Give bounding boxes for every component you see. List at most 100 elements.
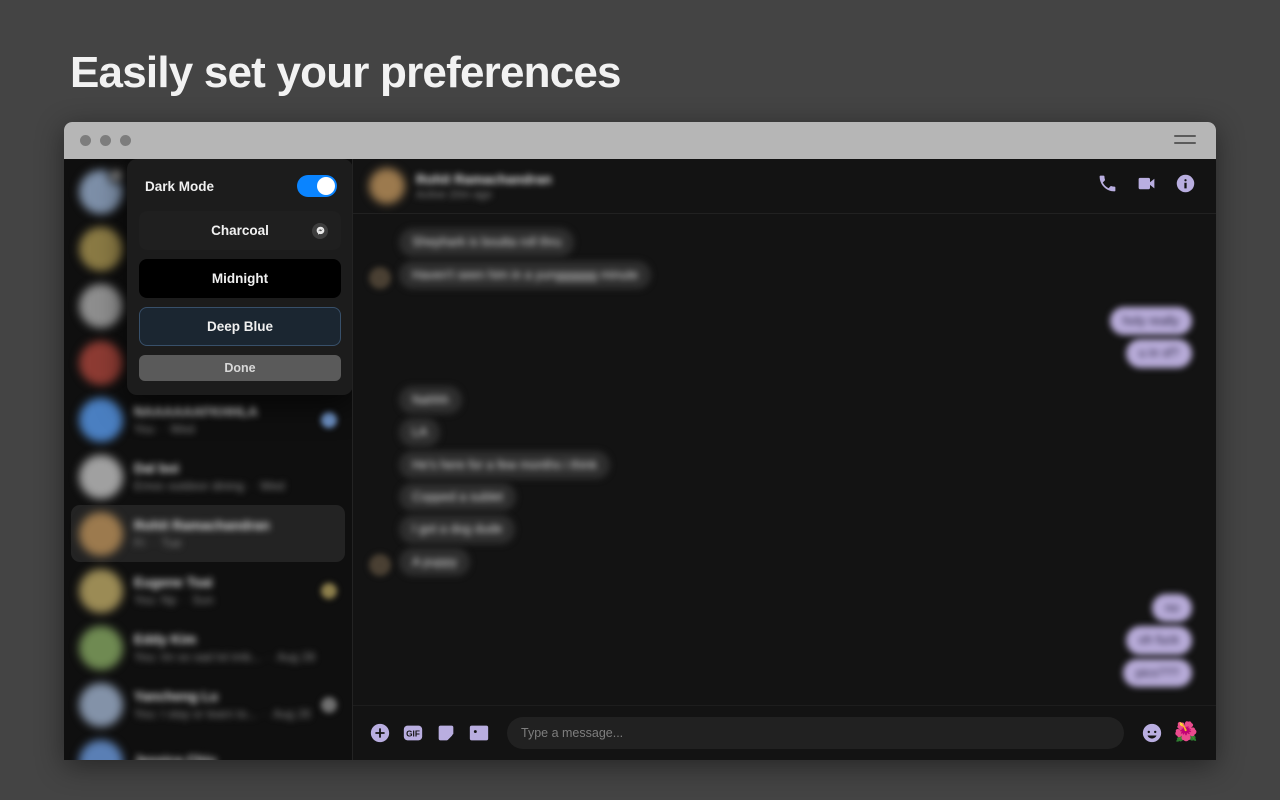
- minimize-dot[interactable]: [100, 135, 111, 146]
- message-bubble[interactable]: Haven't seen him in a yungggggg minute: [399, 260, 652, 290]
- avatar: [79, 739, 123, 760]
- message-avatar: [369, 235, 391, 257]
- dark-mode-dialog[interactable]: Dark Mode Charcoal Midnight Deep Blue Do…: [127, 159, 352, 395]
- message-bubble[interactable]: Copped a sublet: [399, 482, 517, 512]
- message-group: Shephark is boutta roll thru Haven't seen…: [369, 228, 1192, 293]
- conversation-thumbnail: [321, 582, 337, 599]
- message-group: no oh fuck pics???: [369, 594, 1192, 691]
- avatar: [79, 166, 125, 214]
- theme-option-label: Midnight: [211, 271, 269, 286]
- app-body: NAAAAAAFKHHLA You · Wed Dal boi Emoc outdoor …: [64, 159, 1216, 760]
- conversation-list-item[interactable]: Jessica Chiu: [71, 733, 345, 760]
- message-avatar: [369, 489, 391, 511]
- message-bubble[interactable]: pics???: [1122, 658, 1192, 688]
- message-row: u in sf?: [1125, 339, 1192, 368]
- conversation-list-item[interactable]: Dal boi Emoc outdoor dining · Wed: [71, 448, 345, 505]
- conversation-snippet: You: Im so sad lol imb... · Aug 28: [134, 649, 315, 664]
- message-bubble[interactable]: oh fuck: [1125, 626, 1192, 655]
- chat-header-text: Rohit Ramachandran Active 20m ago: [416, 172, 1086, 201]
- conversation-snippet: Fr · Tue: [134, 535, 182, 550]
- video-icon[interactable]: [1136, 173, 1157, 199]
- message-composer: GIF Type a message... 🌺: [353, 704, 1216, 760]
- conversation-thumbnail: [321, 696, 337, 713]
- message-avatar: [369, 522, 391, 544]
- message-row: Nahhh: [369, 385, 1192, 415]
- dark-mode-toggle[interactable]: [297, 175, 337, 197]
- theme-option-deep-blue[interactable]: Deep Blue: [139, 307, 341, 346]
- conversation-list-item[interactable]: NAAAAAAFKHHLA You · Wed: [71, 391, 345, 448]
- conversation-list-item[interactable]: Eugene Tsai You: Np · Sun: [71, 562, 345, 619]
- theme-option-midnight[interactable]: Midnight: [139, 259, 341, 298]
- message-bubble[interactable]: Shephark is boutta roll thru: [399, 228, 575, 257]
- conversation-text: Dal boi Emoc outdoor dining · Wed: [134, 461, 337, 493]
- conversation-list-item[interactable]: Yancheng Lu You: I stay or learn to... · Au…: [71, 676, 345, 733]
- conversation-list-item[interactable]: Eddy Kim You: Im so sad lol imb... · Aug 28: [71, 619, 345, 676]
- theme-option-label: Charcoal: [211, 223, 269, 238]
- message-row: pics???: [1122, 658, 1192, 688]
- theme-option-charcoal[interactable]: Charcoal: [139, 211, 341, 250]
- message-row: no: [1152, 594, 1192, 623]
- sticker-icon[interactable]: [435, 722, 457, 744]
- conversation-name: Jessica Chiu: [134, 752, 217, 761]
- conversation-text: Rohit Ramachandran Fr · Tue: [134, 518, 337, 550]
- photo-icon[interactable]: [468, 722, 490, 744]
- chat-title: Rohit Ramachandran: [416, 171, 552, 187]
- gif-icon[interactable]: GIF: [402, 722, 424, 744]
- message-bubble[interactable]: LA: [399, 418, 441, 447]
- message-list[interactable]: Shephark is boutta roll thru Haven't seen…: [353, 214, 1216, 704]
- conversation-name: Yancheng Lu: [134, 688, 219, 704]
- smiley-icon[interactable]: [1141, 722, 1163, 744]
- conversation-text: Yancheng Lu You: I stay or learn to... · Au…: [134, 689, 310, 721]
- messenger-icon: [312, 222, 328, 239]
- conversation-text: Jessica Chiu: [134, 753, 337, 761]
- window-controls: [80, 135, 131, 146]
- close-dot[interactable]: [80, 135, 91, 146]
- avatar: [79, 511, 123, 556]
- message-bubble[interactable]: no: [1152, 594, 1192, 623]
- conversation-name: Dal boi: [134, 460, 180, 476]
- avatar: [79, 454, 123, 499]
- message-bubble[interactable]: A puppy: [399, 547, 471, 577]
- done-button[interactable]: Done: [139, 355, 341, 381]
- conversation-name: Eddy Kim: [134, 631, 197, 647]
- message-avatar: [369, 457, 391, 479]
- message-avatar: [369, 554, 391, 577]
- conversation-thumbnail: [321, 411, 337, 428]
- avatar: [79, 340, 123, 385]
- maximize-dot[interactable]: [120, 135, 131, 146]
- conversation-name: Rohit Ramachandran: [134, 517, 270, 533]
- avatar: [79, 682, 123, 727]
- conversation-snippet: You: I stay or learn to... · Aug 26: [134, 706, 310, 721]
- message-row: A puppy: [369, 547, 1192, 577]
- info-icon[interactable]: [1175, 173, 1196, 199]
- chat-header: Rohit Ramachandran Active 20m ago: [353, 159, 1216, 215]
- message-row: He's here for a few months i think: [369, 450, 1192, 479]
- message-group: holy really u in sf?: [369, 307, 1192, 372]
- message-input[interactable]: Type a message...: [507, 716, 1125, 749]
- dialog-title: Dark Mode: [145, 178, 215, 194]
- svg-text:GIF: GIF: [406, 730, 420, 739]
- hibiscus-emoji-button[interactable]: 🌺: [1174, 723, 1198, 742]
- message-bubble[interactable]: I got a dog dude: [399, 515, 516, 544]
- phone-icon[interactable]: [1097, 173, 1118, 199]
- conversation-text: NAAAAAAFKHHLA You · Wed: [134, 404, 310, 436]
- plus-circle-icon[interactable]: [369, 722, 391, 744]
- conversation-snippet: You: Np · Sun: [134, 592, 214, 607]
- chat-status: Active 20m ago: [416, 188, 492, 201]
- message-bubble[interactable]: He's here for a few months i think: [399, 450, 611, 479]
- message-avatar: [369, 267, 391, 290]
- message-bubble[interactable]: Nahhh: [399, 385, 462, 415]
- chat-header-actions: [1097, 173, 1196, 199]
- chat-panel: Rohit Ramachandran Active 20m ago Shepha…: [353, 159, 1216, 760]
- window-titlebar: [64, 122, 1216, 159]
- message-bubble[interactable]: u in sf?: [1125, 339, 1192, 368]
- conversation-sidebar[interactable]: NAAAAAAFKHHLA You · Wed Dal boi Emoc outdoor …: [64, 159, 353, 760]
- page-title: Easily set your preferences: [70, 48, 622, 97]
- conversation-snippet: You · Wed: [134, 421, 195, 436]
- message-group: Nahhh LA He's here for a few months i thin…: [369, 385, 1192, 580]
- hamburger-menu-icon[interactable]: [1174, 134, 1196, 147]
- conversation-snippet: Emoc outdoor dining · Wed: [134, 478, 285, 493]
- message-row: Haven't seen him in a yungggggg minute: [369, 260, 1192, 290]
- message-bubble[interactable]: holy really: [1109, 307, 1192, 336]
- conversation-list-item[interactable]: Rohit Ramachandran Fr · Tue: [71, 505, 345, 562]
